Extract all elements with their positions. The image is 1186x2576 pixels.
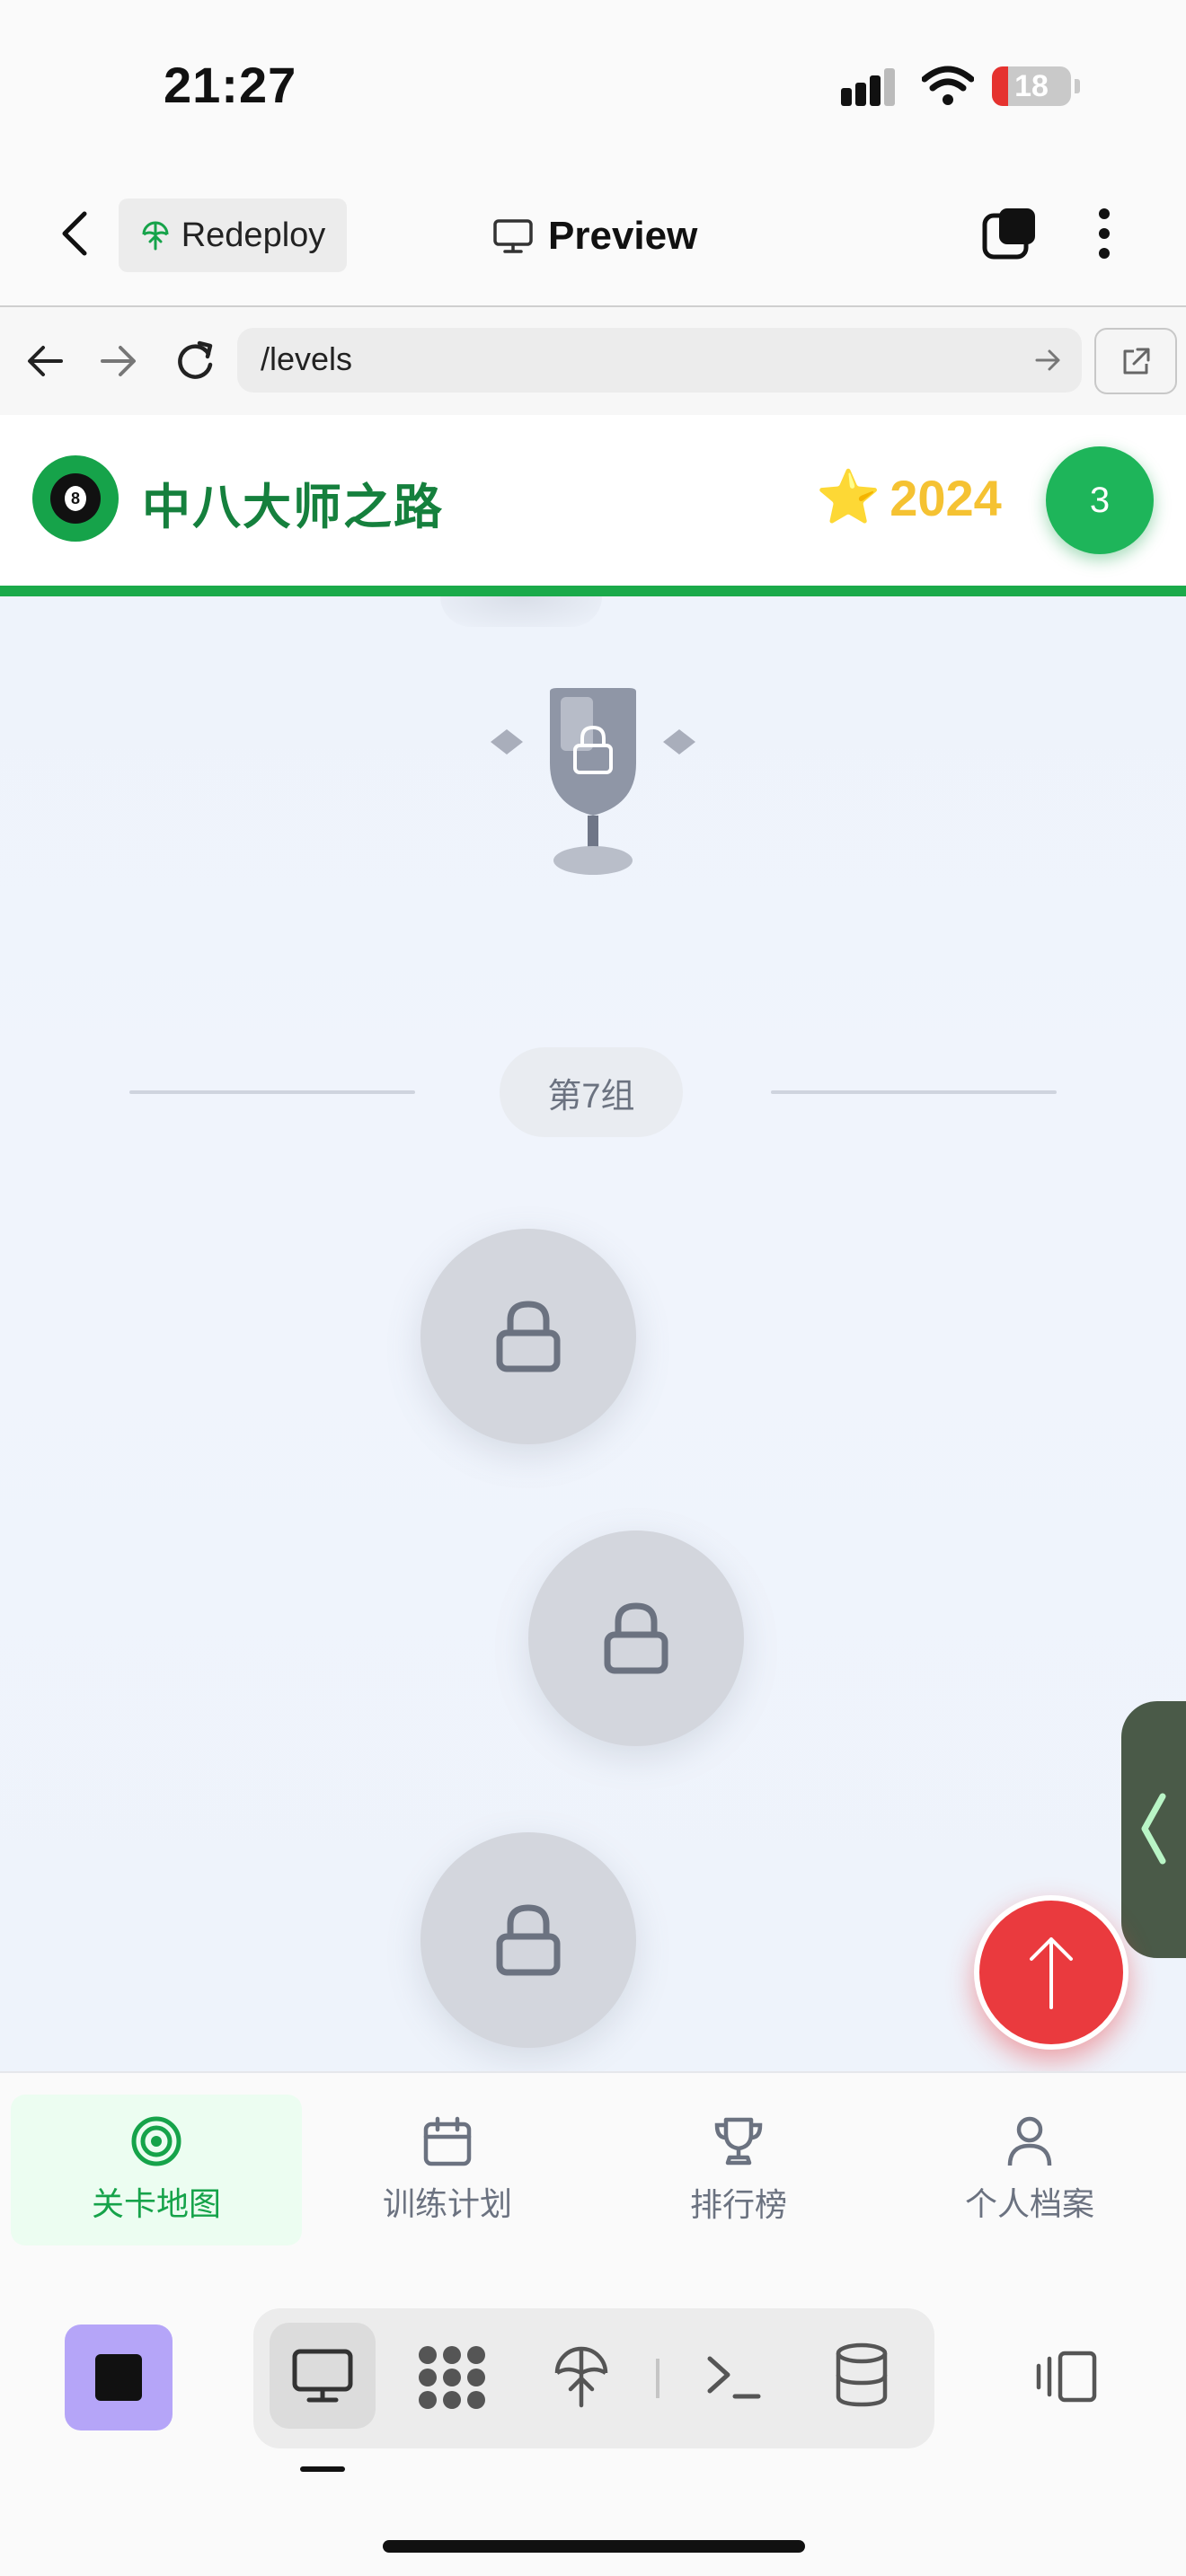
site-title: 中八大师之路 xyxy=(142,481,444,534)
tab-label: 训练计划 xyxy=(382,2185,512,2222)
tab-leaderboard[interactable]: 排行榜 xyxy=(593,2095,884,2245)
url-input[interactable] xyxy=(237,328,1082,393)
star-icon: ⭐ xyxy=(816,468,881,526)
panel-layout-icon[interactable] xyxy=(1035,2348,1100,2405)
preview-label: Preview xyxy=(548,214,698,258)
score-value: 2024 xyxy=(890,469,1002,526)
database-icon[interactable] xyxy=(834,2342,890,2407)
redeploy-label: Redeploy xyxy=(181,216,326,254)
cellular-signal-icon xyxy=(841,68,895,106)
trophy-icon xyxy=(714,2117,763,2166)
external-link-icon xyxy=(1123,348,1150,375)
preview-title: Preview xyxy=(492,208,697,264)
locked-level-node[interactable] xyxy=(420,1832,636,2048)
node-shadow xyxy=(440,596,602,627)
group-divider-left xyxy=(129,1090,415,1094)
lock-icon xyxy=(496,1904,561,1976)
deploy-icon[interactable] xyxy=(553,2342,609,2409)
go-arrow-icon[interactable] xyxy=(1035,348,1062,372)
monitor-icon xyxy=(493,219,533,253)
locked-level-node[interactable] xyxy=(528,1531,744,1746)
tab-label: 关卡地图 xyxy=(91,2185,221,2222)
chevron-left-icon xyxy=(1141,1793,1166,1865)
home-indicator xyxy=(383,2540,805,2553)
workflows-icon[interactable] xyxy=(417,2344,487,2411)
wifi-icon xyxy=(922,66,974,105)
lock-icon xyxy=(496,1301,561,1372)
battery-icon: 18 xyxy=(992,66,1071,106)
stop-icon xyxy=(95,2354,142,2401)
nav-forward-arrow-icon[interactable] xyxy=(99,343,138,379)
level-badge[interactable]: 3 xyxy=(1046,446,1154,554)
active-tool-indicator xyxy=(300,2466,345,2472)
tab-profile[interactable]: 个人档案 xyxy=(884,2095,1175,2245)
calendar-icon xyxy=(423,2116,472,2166)
group-label: 第7组 xyxy=(500,1047,683,1137)
score-display: ⭐ 2024 xyxy=(816,467,1002,528)
back-chevron-icon[interactable] xyxy=(56,208,95,259)
more-menu-icon[interactable] xyxy=(1091,207,1118,260)
locked-level-node[interactable] xyxy=(420,1229,636,1444)
nav-back-arrow-icon[interactable] xyxy=(25,343,65,379)
open-external-button[interactable] xyxy=(1094,328,1177,394)
stop-button[interactable] xyxy=(65,2325,173,2430)
lock-icon xyxy=(604,1602,668,1674)
arrow-up-icon xyxy=(1030,1937,1073,2009)
group-divider-right xyxy=(771,1090,1057,1094)
preview-monitor-icon xyxy=(292,2349,353,2403)
tab-level-map[interactable]: 关卡地图 xyxy=(11,2095,302,2245)
terminal-icon[interactable] xyxy=(704,2351,762,2402)
locked-trophy-icon xyxy=(491,688,695,875)
tab-label: 个人档案 xyxy=(964,2185,1094,2222)
url-text: /levels xyxy=(261,340,353,377)
battery-tip xyxy=(1075,79,1080,93)
battery-level: 18 xyxy=(1014,68,1049,103)
tab-label: 排行榜 xyxy=(689,2186,787,2223)
status-time: 21:27 xyxy=(164,57,297,113)
tabs-switcher-icon[interactable] xyxy=(981,205,1039,262)
side-drawer-handle[interactable] xyxy=(1121,1701,1186,1958)
redeploy-button[interactable]: Redeploy xyxy=(119,198,347,272)
scroll-top-button[interactable] xyxy=(974,1895,1128,2050)
deploy-globe-icon xyxy=(142,221,169,251)
user-icon xyxy=(1007,2116,1052,2166)
reload-icon[interactable] xyxy=(173,338,217,383)
tab-training-plan[interactable]: 训练计划 xyxy=(302,2095,593,2245)
toolbar-divider xyxy=(656,2359,659,2398)
billiard-ball-logo[interactable]: 8 xyxy=(32,455,119,542)
target-icon xyxy=(131,2116,181,2166)
